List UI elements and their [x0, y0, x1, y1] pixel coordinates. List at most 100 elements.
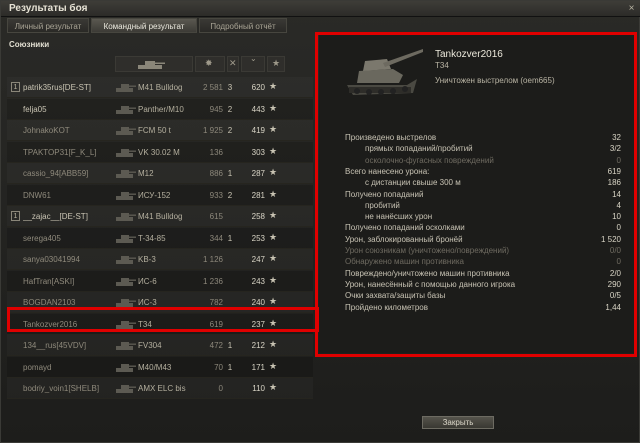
tank-icon [116, 385, 136, 393]
star-icon: ★ [269, 382, 278, 392]
star-icon: ★ [269, 339, 278, 349]
table-row[interactable]: HafTran[ASKI] ИС-6 1 236 243 ★ [7, 270, 313, 292]
kills-cell: 1 [227, 362, 233, 372]
table-row[interactable]: TPAKTOP31[F_K_L] VK 30.02 M 136 303 ★ [7, 141, 313, 163]
damage-cell: 886 [209, 169, 223, 178]
player-name-cell: patrik35rus[DE-ST] [23, 83, 92, 92]
tank-name-cell: M41 Bulldog [138, 212, 183, 221]
team-panel: Союзники ✸ ✕ ⌄ ★ 1 patrik35rus[DE-ST] M4… [5, 35, 313, 399]
xp-cell: 419 [251, 126, 265, 135]
player-name-cell: sanya03041994 [23, 255, 80, 264]
table-row[interactable]: sanya03041994 KB-3 1 126 247 ★ [7, 249, 313, 270]
star-column-header[interactable]: ★ [267, 56, 285, 72]
table-row[interactable]: 1 __zajac__[DE-ST] M41 Bulldog 615 258 ★ [7, 206, 313, 227]
close-button[interactable]: Закрыть [422, 416, 494, 429]
tank-name-cell: KB-3 [138, 255, 156, 264]
kills-column-header[interactable]: ✕ [227, 56, 239, 72]
tank-name-cell: VK 30.02 M [138, 147, 180, 157]
tank-name-cell: ИСУ-152 [138, 190, 171, 200]
player-name-cell: HafTran[ASKI] [23, 276, 75, 286]
table-row[interactable]: serega405 T-34-85 344 1 253 ★ [7, 227, 313, 249]
star-icon: ★ [269, 102, 278, 113]
tab-detailed-report[interactable]: Подробный отчёт [199, 18, 287, 33]
star-icon: ★ [269, 124, 278, 134]
table-row[interactable]: cassio_94[ABB59] M12 886 1 287 ★ [7, 163, 313, 184]
tank-icon [116, 277, 136, 286]
xp-cell: 212 [251, 341, 265, 350]
title-bar: Результаты боя × [1, 1, 640, 17]
damage-cell: 472 [209, 341, 223, 350]
tank-column-header[interactable] [115, 56, 193, 72]
tank-icon [116, 213, 136, 221]
kills-cell: 1 [227, 341, 233, 350]
tank-name-cell: ИС-3 [138, 298, 157, 307]
damage-cell: 1 126 [202, 255, 223, 264]
table-row[interactable]: felja05 Panther/M10 945 2 443 ★ [7, 98, 313, 120]
tank-icon [116, 105, 136, 114]
tank-silhouette-icon [138, 61, 165, 69]
tank-icon [116, 127, 136, 135]
player-name-cell: bodriy_voin1[SHELB] [23, 384, 100, 393]
star-icon: ★ [269, 274, 278, 285]
star-icon: ★ [269, 296, 278, 306]
allies-title: Союзники [9, 40, 50, 49]
damage-icon: ✸ [205, 58, 213, 68]
tank-name-cell: AMX ELC bis [138, 384, 186, 393]
player-name-cell: __zajac__[DE-ST] [23, 212, 88, 221]
kills-cell: 1 [227, 169, 233, 178]
damage-column-header[interactable]: ✸ [195, 56, 225, 72]
highlight-row-box [7, 307, 319, 332]
tank-name-cell: FV304 [138, 341, 162, 350]
tank-name-cell: M12 [138, 169, 154, 178]
xp-cell: 240 [251, 298, 265, 307]
tank-name-cell: T-34-85 [138, 233, 166, 243]
tank-icon [116, 170, 136, 178]
table-row[interactable]: 134__rus[45VDV] FV304 472 1 212 ★ [7, 335, 313, 356]
player-name-cell: serega405 [23, 233, 61, 243]
tank-icon [116, 256, 136, 264]
player-name-cell: DNW61 [23, 190, 52, 200]
xp-cell: 443 [251, 104, 265, 114]
tank-icon [116, 363, 136, 372]
platoon-icon: 1 [11, 82, 20, 92]
close-icon[interactable]: × [626, 3, 637, 14]
table-row[interactable]: bodriy_voin1[SHELB] AMX ELC bis 0 110 ★ [7, 378, 313, 399]
window-title: Результаты боя [9, 3, 88, 14]
star-icon: ★ [269, 231, 278, 242]
damage-cell: 1 925 [202, 126, 223, 135]
tab-team-result[interactable]: Командный результат [91, 18, 197, 33]
star-icon: ★ [269, 360, 278, 371]
kills-cell: 1 [227, 233, 233, 243]
table-row[interactable]: JohnakoKOT FCM 50 t 1 925 2 419 ★ [7, 120, 313, 141]
kills-cell: 2 [227, 104, 233, 114]
xp-cell: 281 [251, 190, 265, 200]
player-name-cell: felja05 [23, 104, 47, 114]
table-row[interactable]: pomayd M40/M43 70 1 171 ★ [7, 356, 313, 378]
player-name-cell: BOGDAN2103 [23, 298, 76, 307]
damage-cell: 1 236 [202, 276, 223, 286]
tank-icon [116, 191, 136, 200]
table-row[interactable]: DNW61 ИСУ-152 933 2 281 ★ [7, 184, 313, 206]
xp-cell: 303 [251, 147, 265, 157]
platoon-icon: 1 [11, 211, 20, 221]
xp-cell: 620 [251, 83, 265, 92]
damage-cell: 945 [209, 104, 223, 114]
battle-results-window: Результаты боя × Личный результат Команд… [0, 0, 640, 443]
player-name-cell: TPAKTOP31[F_K_L] [23, 147, 97, 157]
kills-cell: 3 [227, 83, 233, 92]
xp-cell: 110 [252, 384, 265, 393]
tank-icon [116, 84, 136, 92]
star-icon: ★ [269, 210, 278, 220]
table-row[interactable]: 1 patrik35rus[DE-ST] M41 Bulldog 2 581 3 620 ★ [7, 77, 313, 98]
xp-column-header[interactable]: ⌄ [241, 54, 265, 72]
damage-cell: 2 581 [202, 83, 223, 92]
highlight-detail-box [315, 32, 637, 357]
star-icon: ★ [269, 167, 278, 177]
tank-name-cell: Panther/M10 [138, 104, 184, 114]
kills-icon: ✕ [229, 58, 237, 68]
xp-cell: 258 [251, 212, 265, 221]
xp-cell: 171 [251, 362, 265, 372]
tab-personal-result[interactable]: Личный результат [7, 18, 89, 33]
tank-name-cell: M41 Bulldog [138, 83, 183, 92]
tank-name-cell: FCM 50 t [138, 126, 171, 135]
